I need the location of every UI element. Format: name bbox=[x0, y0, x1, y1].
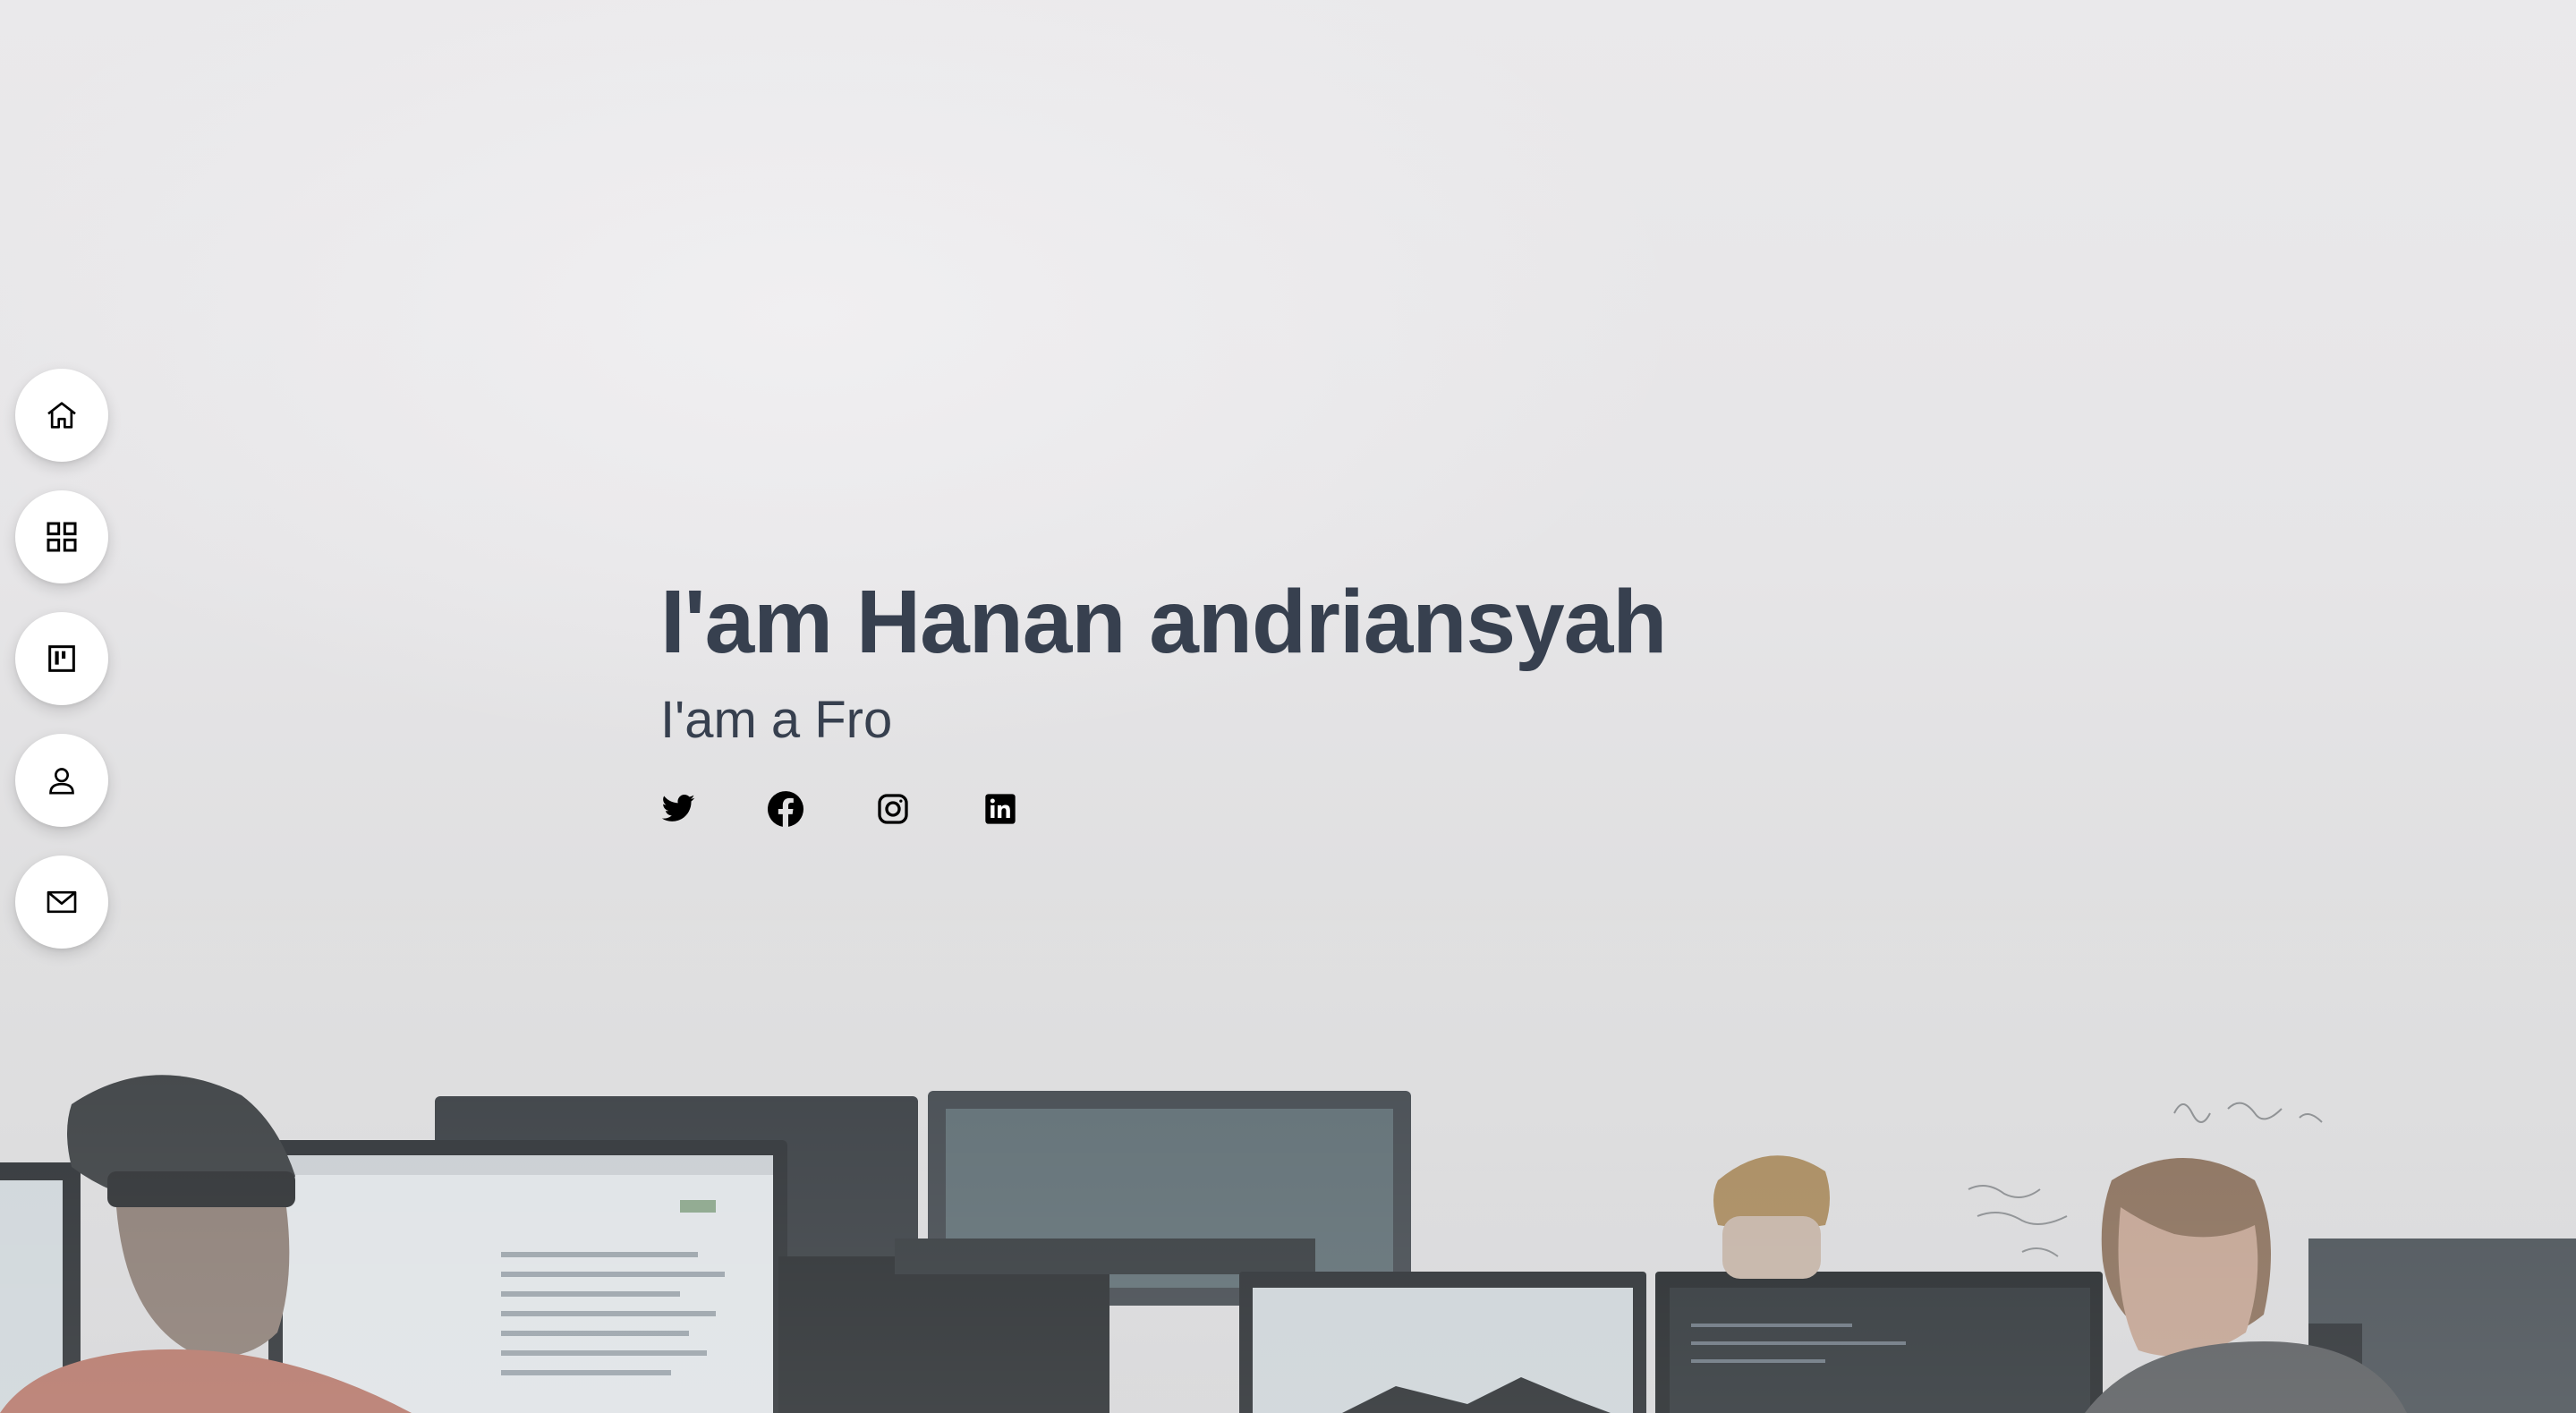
twitter-link[interactable] bbox=[660, 791, 696, 827]
nav-home-button[interactable] bbox=[15, 369, 108, 462]
portfolio-icon bbox=[48, 645, 75, 672]
background-office-image bbox=[0, 1037, 2576, 1413]
grid-icon bbox=[47, 522, 77, 552]
facebook-link[interactable] bbox=[768, 791, 803, 827]
instagram-link[interactable] bbox=[875, 791, 911, 827]
instagram-icon bbox=[878, 794, 908, 824]
user-icon bbox=[49, 768, 74, 795]
hero-subtitle: I'am a Fro bbox=[660, 691, 893, 749]
linkedin-link[interactable] bbox=[982, 791, 1018, 827]
hero-content: I'am Hanan andriansyah I'am a Fro bbox=[660, 572, 1667, 827]
nav-services-button[interactable] bbox=[15, 490, 108, 583]
social-links bbox=[660, 791, 1666, 827]
linkedin-icon bbox=[985, 794, 1016, 824]
hero-title: I'am Hanan andriansyah bbox=[660, 572, 1667, 672]
twitter-icon bbox=[661, 795, 695, 821]
home-icon bbox=[47, 402, 76, 429]
facebook-icon bbox=[768, 791, 803, 827]
side-navigation bbox=[15, 369, 108, 949]
nav-contact-button[interactable] bbox=[15, 855, 108, 949]
hero-section: I'am Hanan andriansyah I'am a Fro bbox=[0, 0, 2576, 1413]
mail-icon bbox=[47, 890, 77, 914]
nav-portfolio-button[interactable] bbox=[15, 612, 108, 705]
nav-about-button[interactable] bbox=[15, 734, 108, 827]
